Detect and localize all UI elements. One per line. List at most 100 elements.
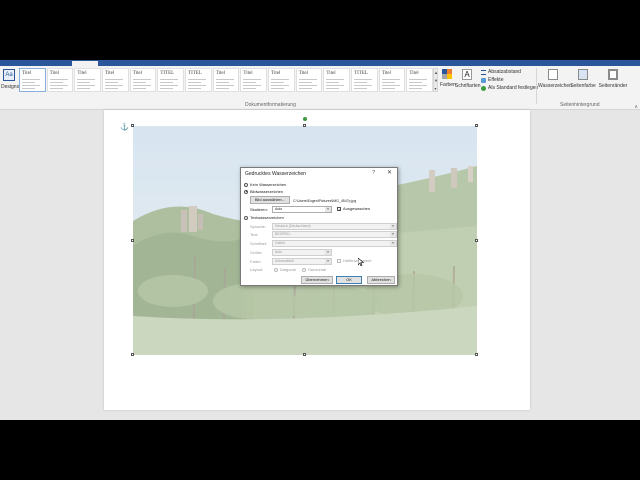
style-set-title: Titel: [243, 71, 253, 76]
text-line: [216, 91, 234, 92]
text-line: [105, 79, 124, 80]
radio-no-watermark[interactable]: Kein Wasserzeichen: [244, 182, 286, 187]
effects-button[interactable]: Effekte: [481, 76, 539, 84]
fonts-button[interactable]: A Schriftarten: [455, 67, 481, 97]
chevron-down-icon[interactable]: ▼: [434, 77, 438, 85]
text-line: [243, 79, 262, 80]
text-line: [188, 82, 202, 83]
resize-handle-bottom-left[interactable]: [131, 353, 134, 356]
resize-handle-bottom[interactable]: [303, 353, 306, 356]
chevron-down-icon[interactable]: ▾: [390, 224, 396, 229]
style-set-thumbnail[interactable]: Titel: [19, 68, 46, 92]
ok-button[interactable]: OK: [336, 276, 362, 284]
text-line: [215, 82, 229, 83]
text-line: [354, 82, 368, 83]
chevron-up-icon[interactable]: ▲: [434, 69, 438, 77]
font-label: Schriftart:: [250, 241, 268, 246]
colors-label: Farben: [440, 82, 456, 88]
gallery-scroll[interactable]: ▲ ▼ ▾: [433, 68, 438, 92]
checkmark-icon[interactable]: ✓: [337, 206, 341, 211]
color-select[interactable]: Automatisch ▾: [272, 258, 332, 265]
resize-handle-left[interactable]: [131, 239, 134, 242]
language-value: Deutsch (Deutschland): [275, 224, 311, 228]
font-select[interactable]: Calibri ▾: [272, 240, 397, 247]
style-set-thumbnail[interactable]: Titel: [323, 68, 351, 92]
resize-handle-bottom-right[interactable]: [475, 353, 478, 356]
chevron-down-icon[interactable]: ▾: [325, 207, 331, 212]
size-select[interactable]: Auto ▾: [272, 249, 332, 256]
chevron-down-icon[interactable]: ▾: [325, 259, 331, 264]
expand-gallery-icon[interactable]: ▾: [434, 85, 437, 93]
resize-handle-top[interactable]: [303, 124, 306, 127]
text-line: [243, 82, 257, 83]
radio-horizontal[interactable]: Horizontal: [302, 267, 326, 272]
resize-handle-top-left[interactable]: [131, 124, 134, 127]
colors-button[interactable]: Farben: [440, 67, 456, 97]
text-line: [381, 79, 400, 80]
text-line: [160, 79, 179, 80]
cancel-button[interactable]: Abbrechen: [367, 276, 395, 284]
chevron-down-icon[interactable]: ▾: [390, 232, 396, 237]
style-set-thumbnail[interactable]: Titel: [240, 68, 268, 92]
radio-text-watermark[interactable]: Textwasserzeichen: [244, 215, 284, 220]
apply-button[interactable]: Übernehmen: [301, 276, 333, 284]
style-set-thumbnail[interactable]: Titel: [46, 68, 74, 92]
radio-circle[interactable]: [244, 215, 248, 220]
text-line: [22, 88, 35, 89]
font-icon: A: [462, 69, 472, 80]
group-divider: [536, 68, 537, 104]
style-set-title: Titel: [298, 71, 308, 76]
checkbox-square[interactable]: [337, 258, 341, 263]
style-set-thumbnail[interactable]: TITEL: [157, 68, 185, 92]
vertical-scrollbar[interactable]: [635, 110, 638, 420]
style-set-thumbnail[interactable]: Titel: [406, 68, 434, 92]
radio-circle[interactable]: [244, 189, 248, 194]
semitransparent-checkbox[interactable]: Halbtransparent: [337, 258, 371, 263]
radio-diagonal[interactable]: Diagonal: [274, 267, 296, 272]
radio-circle[interactable]: [302, 267, 306, 272]
layout-label: Layout:: [250, 267, 264, 272]
style-set-thumbnail[interactable]: Titel: [268, 68, 295, 92]
radio-label: Textwasserzeichen: [250, 215, 284, 220]
close-icon[interactable]: ✕: [387, 169, 392, 176]
style-set-thumbnail[interactable]: TITEL: [185, 68, 212, 92]
style-set-thumbnail[interactable]: Titel: [74, 68, 102, 92]
help-icon[interactable]: ?: [372, 170, 375, 176]
text-line: [381, 88, 395, 89]
style-set-thumbnail[interactable]: Titel: [129, 68, 157, 92]
page-borders-button[interactable]: Seitenränder: [598, 67, 628, 97]
language-select[interactable]: Deutsch (Deutschland) ▾: [272, 223, 397, 230]
set-as-default-button[interactable]: Als Standard festlegen: [481, 84, 539, 92]
style-set-thumbnail[interactable]: Titel: [212, 68, 240, 92]
radio-picture-watermark[interactable]: Bildwasserzeichen: [244, 189, 283, 194]
style-set-title: Titel: [381, 71, 391, 76]
chevron-down-icon[interactable]: ▾: [390, 241, 396, 246]
resize-handle-top-right[interactable]: [475, 124, 478, 127]
page-color-button[interactable]: Seitenfarbe: [568, 67, 598, 97]
washout-checkbox[interactable]: ✓ Ausgewaschen: [337, 206, 370, 211]
style-set-thumbnail[interactable]: Titel: [102, 68, 129, 92]
paragraph-spacing-button[interactable]: Absatzabstand: [481, 68, 539, 76]
scale-select[interactable]: Auto ▾: [272, 206, 332, 213]
style-set-thumbnail[interactable]: TITEL: [351, 68, 378, 92]
text-line: [50, 91, 68, 92]
text-line: [105, 82, 119, 83]
watermark-button[interactable]: Wasserzeichen: [538, 67, 572, 97]
chevron-down-icon[interactable]: ▾: [325, 250, 331, 255]
style-set-title: Titel: [132, 71, 142, 76]
radio-circle[interactable]: [244, 182, 248, 187]
text-line: [409, 85, 428, 86]
size-label: Größe:: [250, 250, 263, 255]
select-picture-button[interactable]: Bild auswählen...: [250, 196, 290, 204]
resize-handle-right[interactable]: [475, 239, 478, 242]
rotate-handle[interactable]: [303, 117, 307, 121]
text-line: [77, 85, 96, 86]
designs-button[interactable]: Aa Designs: [1, 67, 19, 97]
radio-circle[interactable]: [274, 267, 278, 272]
text-select[interactable]: BEISPIEL ▾: [272, 231, 397, 238]
style-set-thumbnail[interactable]: Titel: [295, 68, 323, 92]
text-line: [160, 88, 174, 89]
watermark-dialog: Gedrucktes Wasserzeichen ? ✕ Kein Wasser…: [240, 167, 398, 286]
style-set-thumbnail[interactable]: Titel: [378, 68, 406, 92]
text-line: [105, 91, 123, 92]
